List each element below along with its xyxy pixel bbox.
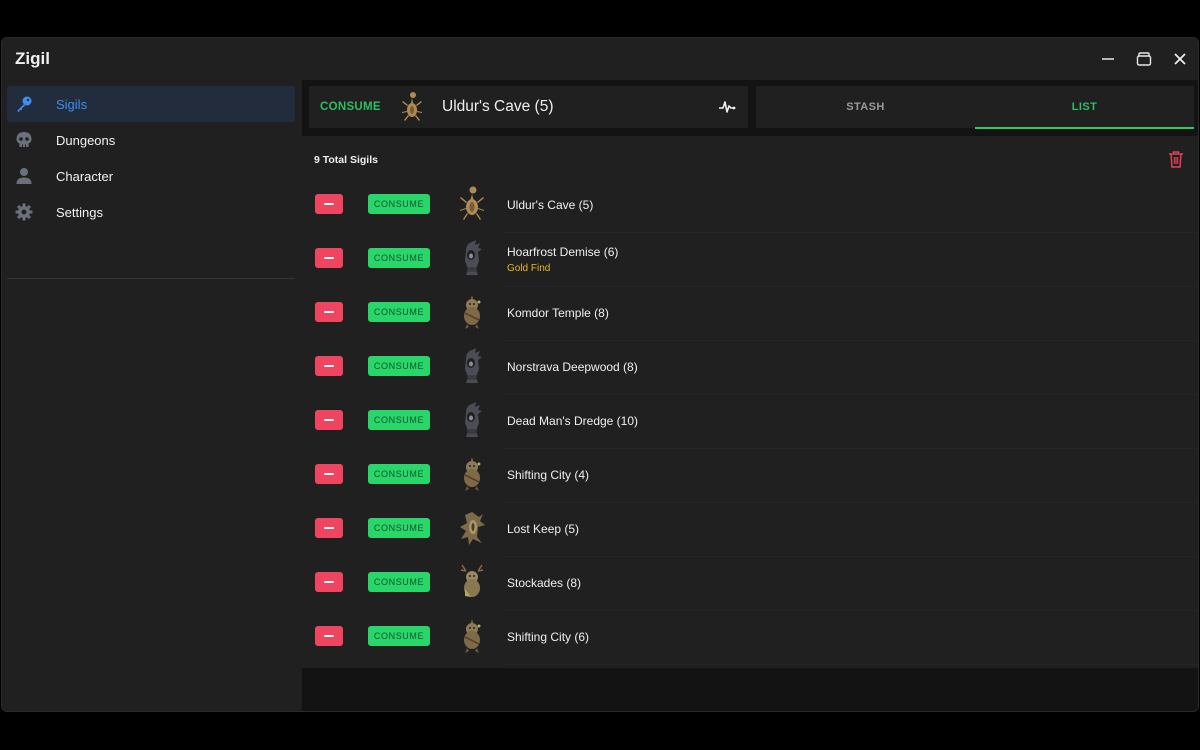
skull-icon — [15, 131, 33, 149]
sidebar-item-label: Character — [56, 168, 114, 184]
list-item: CONSUME Komdor Temple (8) — [302, 287, 1198, 341]
list-item: CONSUME Lost Keep (5) — [302, 503, 1198, 557]
sigil-name: Stockades (8) — [507, 576, 582, 590]
trash-icon — [1169, 151, 1183, 168]
beast-sigil-icon — [464, 295, 481, 329]
sidebar: Sigils Dungeons Character Settings — [2, 80, 302, 711]
sigil-name: Uldur's Cave (5) — [507, 198, 594, 212]
minimize-button[interactable] — [1093, 46, 1123, 72]
list-item: CONSUME Shifting City (4) — [302, 449, 1198, 503]
remove-sigil-button[interactable] — [315, 248, 343, 268]
remove-sigil-button[interactable] — [315, 194, 343, 214]
scorpion-sigil-icon — [460, 186, 484, 220]
minus-icon — [324, 311, 334, 313]
key-icon — [15, 95, 33, 113]
list-item: CONSUME Hoarfrost Demise (6) Gold Find — [302, 233, 1198, 287]
minus-icon — [324, 527, 334, 529]
beast-sigil-icon — [464, 619, 481, 653]
sigil-name: Komdor Temple (8) — [507, 306, 609, 320]
sigil-name: Lost Keep (5) — [507, 522, 580, 536]
list-item: CONSUME Shifting City (6) — [302, 611, 1198, 665]
consume-sigil-button[interactable]: CONSUME — [368, 518, 430, 538]
view-tabs: STASH LIST — [756, 86, 1194, 129]
close-button[interactable] — [1165, 46, 1195, 72]
app-window: Zigil Sigils Dungeons Character Settings… — [1, 37, 1199, 712]
sidebar-item-sigils[interactable]: Sigils — [7, 86, 295, 122]
sigil-name: Norstrava Deepwood (8) — [507, 360, 638, 374]
consume-sigil-button[interactable]: CONSUME — [368, 410, 430, 430]
spiked-sigil-icon — [460, 512, 485, 545]
minus-icon — [324, 581, 334, 583]
current-sigil-name: Uldur's Cave (5) — [442, 98, 554, 115]
minimize-icon — [1102, 58, 1114, 60]
remove-sigil-button[interactable] — [315, 410, 343, 430]
consume-sigil-button[interactable]: CONSUME — [368, 302, 430, 322]
remove-sigil-button[interactable] — [315, 626, 343, 646]
antlered-sigil-icon — [460, 564, 484, 597]
consume-sigil-button[interactable]: CONSUME — [368, 572, 430, 592]
minus-icon — [324, 257, 334, 259]
user-icon — [15, 167, 33, 185]
current-sigil-card: CONSUME Uldur's Cave (5) — [309, 86, 748, 128]
sigil-name: Shifting City (4) — [507, 468, 590, 482]
remove-sigil-button[interactable] — [315, 518, 343, 538]
scorpion-sigil-icon — [402, 92, 422, 121]
minus-icon — [324, 473, 334, 475]
sigil-name: Hoarfrost Demise (6) — [507, 245, 619, 259]
main-content: CONSUME Uldur's Cave (5) STASH LIST 9 To… — [302, 80, 1198, 711]
remove-sigil-button[interactable] — [315, 572, 343, 592]
minus-icon — [324, 635, 334, 637]
gear-icon — [15, 203, 33, 221]
sidebar-item-label: Dungeons — [56, 132, 116, 148]
minus-icon — [324, 419, 334, 421]
sigil-affix: Gold Find — [507, 263, 551, 274]
remove-sigil-button[interactable] — [315, 356, 343, 376]
consume-sigil-button[interactable]: CONSUME — [368, 356, 430, 376]
list-item: CONSUME Dead Man's Dredge (10) — [302, 395, 1198, 449]
consume-sigil-button[interactable]: CONSUME — [368, 248, 430, 268]
sidebar-item-character[interactable]: Character — [7, 158, 295, 194]
remove-sigil-button[interactable] — [315, 302, 343, 322]
list-item: CONSUME Norstrava Deepwood (8) — [302, 341, 1198, 395]
sidebar-item-dungeons[interactable]: Dungeons — [7, 122, 295, 158]
list-item: CONSUME Stockades (8) — [302, 557, 1198, 611]
close-icon — [1174, 53, 1186, 65]
sigil-list-panel: 9 Total Sigils CONSUME Uldur's Cave (5) … — [302, 136, 1198, 668]
title-bar[interactable]: Zigil — [2, 38, 1198, 80]
sidebar-item-label: Sigils — [56, 96, 88, 112]
beast-sigil-icon — [464, 457, 481, 491]
consume-current-button[interactable]: CONSUME — [320, 101, 381, 113]
minus-icon — [324, 365, 334, 367]
row-divider — [502, 664, 1198, 665]
consume-sigil-button[interactable]: CONSUME — [368, 194, 430, 214]
sidebar-divider — [7, 278, 295, 279]
sigil-name: Shifting City (6) — [507, 630, 590, 644]
pulse-icon — [719, 101, 736, 113]
hooded-sigil-icon — [465, 240, 482, 275]
minus-icon — [324, 203, 334, 205]
consume-sigil-button[interactable]: CONSUME — [368, 626, 430, 646]
hooded-sigil-icon — [465, 402, 482, 437]
activity-button[interactable] — [716, 96, 738, 118]
clear-list-button[interactable] — [1168, 150, 1184, 168]
consume-sigil-button[interactable]: CONSUME — [368, 464, 430, 484]
list-item: CONSUME Uldur's Cave (5) — [302, 179, 1198, 233]
sigil-name: Dead Man's Dredge (10) — [507, 414, 639, 428]
remove-sigil-button[interactable] — [315, 464, 343, 484]
tab-list[interactable]: LIST — [975, 86, 1194, 129]
hooded-sigil-icon — [465, 348, 482, 383]
restore-icon — [1136, 52, 1152, 66]
total-sigils-count: 9 Total Sigils — [314, 154, 378, 166]
top-bar: CONSUME Uldur's Cave (5) STASH LIST — [302, 80, 1198, 132]
sidebar-item-label: Settings — [56, 204, 103, 220]
sidebar-item-settings[interactable]: Settings — [7, 194, 295, 230]
maximize-button[interactable] — [1129, 46, 1159, 72]
tab-stash[interactable]: STASH — [756, 86, 975, 128]
app-title: Zigil — [15, 49, 50, 68]
